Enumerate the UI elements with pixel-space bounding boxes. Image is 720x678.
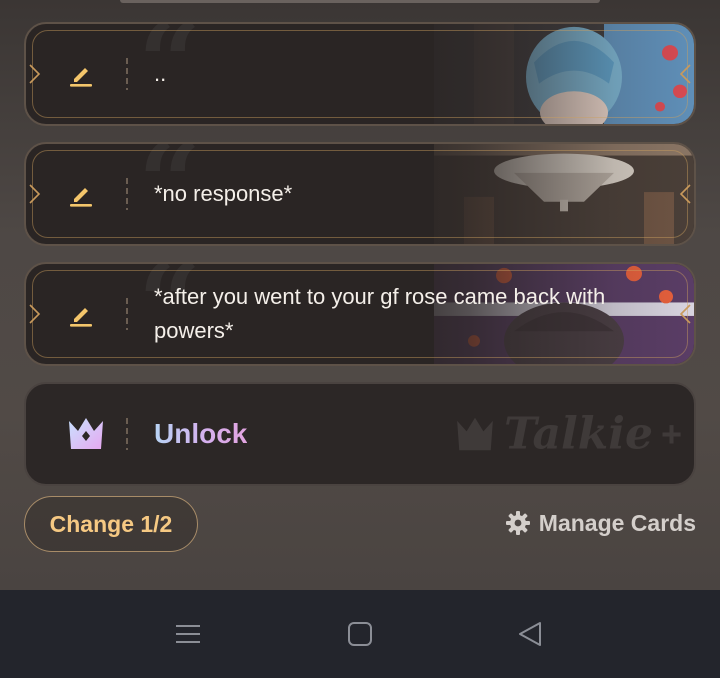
watermark-crown-icon — [457, 417, 493, 450]
talkie-plus-watermark: Talkie + — [454, 409, 682, 460]
manage-cards-button[interactable]: Manage Cards — [505, 506, 696, 540]
reply-text: .. — [154, 61, 167, 86]
frame-right-ornament-icon — [679, 64, 691, 84]
unlock-label: Unlock — [154, 418, 248, 449]
reply-text: *no response* — [154, 181, 293, 206]
frame-left-ornament-icon — [29, 64, 41, 84]
brand-name: Talkie — [504, 408, 653, 460]
top-panel-edge — [120, 0, 600, 3]
card-divider — [126, 418, 128, 450]
reply-card-2[interactable]: “ *no response* — [24, 142, 696, 246]
manage-cards-label: Manage Cards — [538, 509, 696, 536]
reply-card-1[interactable]: “ .. — [24, 22, 696, 126]
crown-icon — [69, 418, 103, 449]
frame-right-ornament-icon — [679, 184, 691, 204]
reply-text: *after you went to your gf rose came bac… — [154, 284, 606, 343]
card-divider — [126, 58, 128, 90]
frame-left-ornament-icon — [29, 304, 41, 324]
frame-right-ornament-icon — [679, 304, 691, 324]
gear-icon — [505, 511, 530, 535]
edit-pencil-icon[interactable] — [66, 179, 96, 209]
app-screen: “ .. “ *no response* “ *after you went t… — [0, 0, 720, 590]
menu-icon[interactable] — [174, 620, 202, 648]
plus-icon: + — [660, 413, 682, 454]
system-navigation-bar — [0, 590, 720, 678]
reply-card-3[interactable]: “ *after you went to your gf rose came b… — [24, 262, 696, 366]
card-divider — [126, 298, 128, 330]
home-icon[interactable] — [346, 620, 374, 648]
edit-pencil-icon[interactable] — [66, 299, 96, 329]
card-divider — [126, 178, 128, 210]
unlock-card[interactable]: Unlock Talkie + — [24, 382, 696, 486]
edit-pencil-icon[interactable] — [66, 59, 96, 89]
frame-left-ornament-icon — [29, 184, 41, 204]
back-icon[interactable] — [516, 620, 544, 648]
change-cards-button[interactable]: Change 1/2 — [24, 496, 198, 552]
